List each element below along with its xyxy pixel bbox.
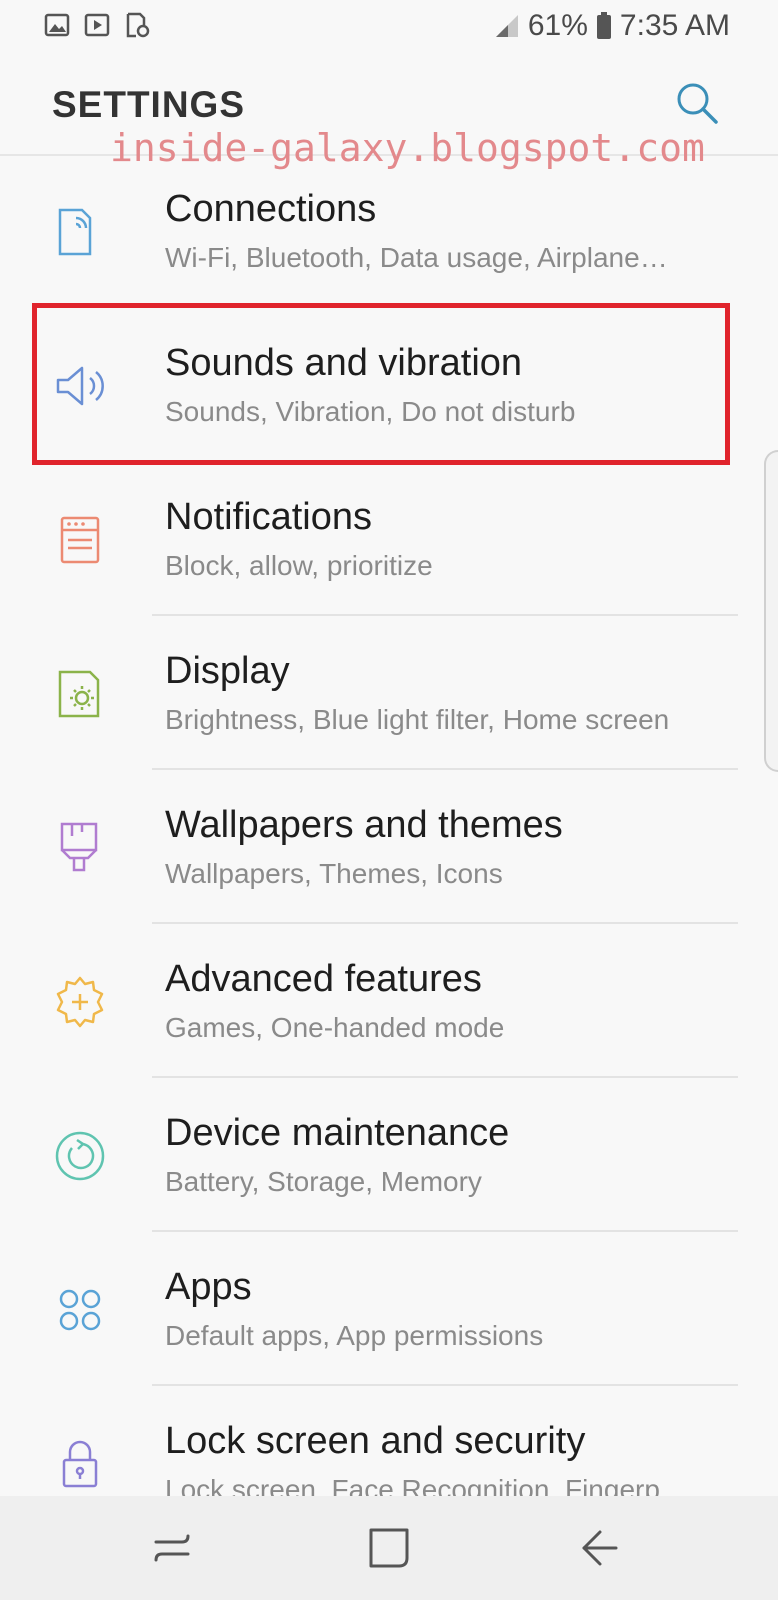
clock: 7:35 AM <box>619 9 730 42</box>
item-subtitle: Wallpapers, Themes, Icons <box>165 858 503 889</box>
display-icon <box>58 670 100 718</box>
settings-item-apps[interactable]: Apps Default apps, App permissions <box>0 1232 778 1386</box>
watermark-text: inside-galaxy.blogspot.com <box>110 126 705 170</box>
item-label: Advanced features <box>165 958 482 1000</box>
back-icon[interactable] <box>574 1524 622 1572</box>
item-subtitle: Brightness, Blue light filter, Home scre… <box>165 704 670 735</box>
gear-plus-icon <box>56 976 104 1028</box>
file-notification-icon <box>126 12 150 38</box>
apps-icon <box>59 1289 101 1331</box>
gallery-notification-icon <box>44 13 70 37</box>
status-bar: 61% 7:35 AM <box>0 0 778 52</box>
speaker-icon <box>56 366 104 406</box>
settings-item-connections[interactable]: Connections Wi-Fi, Bluetooth, Data usage… <box>0 154 778 308</box>
paintbrush-icon <box>60 822 98 872</box>
notifications-icon <box>60 516 100 564</box>
notification-icons <box>44 12 150 38</box>
item-label: Lock screen and security <box>165 1420 586 1462</box>
item-label: Apps <box>165 1266 252 1308</box>
item-label: Wallpapers and themes <box>165 804 563 846</box>
item-label: Sounds and vibration <box>165 342 523 384</box>
settings-item-wallpapers-and-themes[interactable]: Wallpapers and themes Wallpapers, Themes… <box>0 770 778 924</box>
search-icon[interactable] <box>674 80 720 126</box>
connections-icon <box>58 208 92 256</box>
item-label: Notifications <box>165 496 372 538</box>
video-notification-icon <box>84 13 110 37</box>
settings-item-notifications[interactable]: Notifications Block, allow, prioritize <box>0 462 778 616</box>
status-indicators: 61% 7:35 AM <box>494 8 730 44</box>
settings-item-advanced-features[interactable]: Advanced features Games, One-handed mode <box>0 924 778 1078</box>
signal-icon <box>495 15 518 37</box>
settings-list: Connections Wi-Fi, Bluetooth, Data usage… <box>0 154 778 1540</box>
battery-icon <box>596 12 611 39</box>
item-label: Device maintenance <box>165 1112 510 1154</box>
item-subtitle: Battery, Storage, Memory <box>165 1166 482 1197</box>
battery-percent: 61% <box>527 9 588 42</box>
lock-icon <box>62 1440 98 1488</box>
item-subtitle: Block, allow, prioritize <box>165 550 433 581</box>
item-subtitle: Sounds, Vibration, Do not disturb <box>165 396 576 427</box>
navigation-bar <box>0 1496 778 1600</box>
settings-item-device-maintenance[interactable]: Device maintenance Battery, Storage, Mem… <box>0 1078 778 1232</box>
item-subtitle: Games, One-handed mode <box>165 1012 505 1043</box>
recents-icon[interactable] <box>148 1524 196 1572</box>
settings-item-sounds-and-vibration[interactable]: Sounds and vibration Sounds, Vibration, … <box>0 308 778 462</box>
item-subtitle: Default apps, App permissions <box>165 1320 544 1351</box>
maintenance-icon <box>55 1131 105 1181</box>
scroll-handle[interactable] <box>764 450 778 772</box>
item-label: Display <box>165 650 290 692</box>
home-icon[interactable] <box>365 1524 413 1572</box>
page-title: SETTINGS <box>52 84 246 125</box>
item-label: Connections <box>165 188 377 230</box>
item-subtitle: Wi-Fi, Bluetooth, Data usage, Airplane… <box>165 242 668 273</box>
settings-item-display[interactable]: Display Brightness, Blue light filter, H… <box>0 616 778 770</box>
